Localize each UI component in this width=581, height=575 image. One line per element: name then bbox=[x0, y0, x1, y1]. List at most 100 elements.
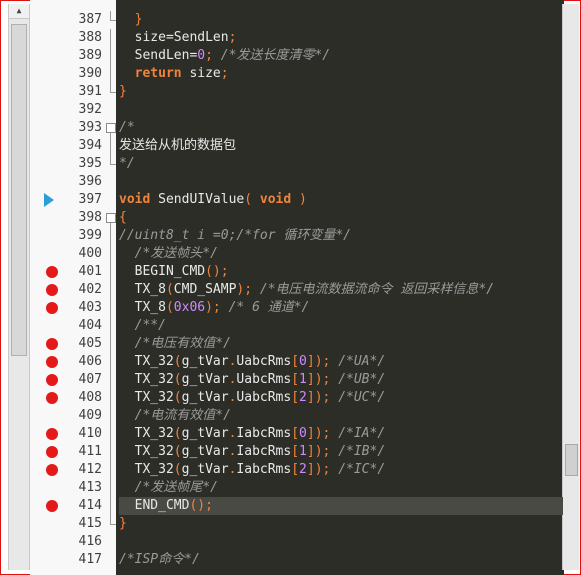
code-line[interactable]: 404 /**/ bbox=[30, 317, 564, 335]
code-text[interactable]: /*电压有效值*/ bbox=[119, 335, 231, 353]
code-line[interactable]: 406 TX_32(g_tVar.UabcRms[0]); /*UA*/ bbox=[30, 353, 564, 371]
code-text[interactable]: TX_32(g_tVar.IabcRms[2]); /*IC*/ bbox=[119, 461, 386, 479]
scrollbar-thumb[interactable] bbox=[11, 24, 27, 356]
line-number: 407 bbox=[78, 372, 102, 387]
code-line[interactable]: 387 } bbox=[30, 11, 564, 29]
code-text[interactable]: BEGIN_CMD(); bbox=[119, 263, 229, 281]
fold-guide bbox=[106, 299, 116, 317]
fold-guide bbox=[106, 533, 116, 551]
code-text[interactable]: } bbox=[119, 83, 127, 101]
fold-toggle-icon[interactable] bbox=[106, 209, 116, 227]
code-line[interactable]: 392 bbox=[30, 101, 564, 119]
breakpoint-icon[interactable] bbox=[46, 446, 58, 458]
scroll-up-icon[interactable]: ▲ bbox=[9, 4, 29, 19]
code-line[interactable]: 403 TX_8(0x06); /* 6 通道*/ bbox=[30, 299, 564, 317]
code-line[interactable]: 393 /* bbox=[30, 119, 564, 137]
right-scrollbar[interactable] bbox=[562, 4, 579, 570]
code-line[interactable]: 405 /*电压有效值*/ bbox=[30, 335, 564, 353]
code-text[interactable]: TX_32(g_tVar.UabcRms[2]); /*UC*/ bbox=[119, 389, 386, 407]
code-text[interactable]: size=SendLen; bbox=[119, 29, 237, 47]
breakpoint-icon[interactable] bbox=[46, 374, 58, 386]
code-line[interactable]: 417 /*ISP命令*/ bbox=[30, 551, 564, 569]
fold-guide bbox=[106, 281, 116, 299]
breakpoint-icon[interactable] bbox=[46, 338, 58, 350]
execution-arrow-icon bbox=[44, 193, 54, 207]
code-text[interactable]: TX_32(g_tVar.IabcRms[0]); /*IA*/ bbox=[119, 425, 386, 443]
code-line[interactable]: 390 return size; bbox=[30, 65, 564, 83]
fold-guide bbox=[106, 515, 116, 533]
code-text[interactable]: TX_8(CMD_SAMP); /*电压电流数据流命令 返回采样信息*/ bbox=[119, 281, 494, 299]
breakpoint-icon[interactable] bbox=[46, 284, 58, 296]
code-text[interactable]: void SendUIValue( void ) bbox=[119, 191, 307, 209]
code-text[interactable]: //uint8_t i =0;/*for 循环变量*/ bbox=[119, 227, 351, 245]
code-text[interactable]: SendLen=0; /*发送长度清零*/ bbox=[119, 47, 330, 65]
code-line[interactable]: 415} bbox=[30, 515, 564, 533]
code-line[interactable]: 411 TX_32(g_tVar.IabcRms[1]); /*IB*/ bbox=[30, 443, 564, 461]
code-line[interactable]: 410 TX_32(g_tVar.IabcRms[0]); /*IA*/ bbox=[30, 425, 564, 443]
code-text[interactable]: TX_8(0x06); /* 6 通道*/ bbox=[119, 299, 310, 317]
current-line-code[interactable]: END_CMD(); bbox=[119, 497, 563, 515]
breakpoint-icon[interactable] bbox=[46, 302, 58, 314]
fold-guide bbox=[106, 353, 116, 371]
breakpoint-icon[interactable] bbox=[46, 464, 58, 476]
code-text[interactable]: /*发送帧头*/ bbox=[119, 245, 218, 263]
code-text[interactable]: return size; bbox=[119, 65, 229, 83]
code-line[interactable]: 394 发送给从机的数据包 bbox=[30, 137, 564, 155]
fold-guide bbox=[106, 335, 116, 353]
code-line[interactable]: 409 /*电流有效值*/ bbox=[30, 407, 564, 425]
code-text[interactable]: /**/ bbox=[119, 317, 166, 335]
code-text[interactable]: TX_32(g_tVar.UabcRms[1]); /*UB*/ bbox=[119, 371, 386, 389]
code-text[interactable]: TX_32(g_tVar.IabcRms[1]); /*IB*/ bbox=[119, 443, 386, 461]
code-line[interactable]: 407 TX_32(g_tVar.UabcRms[1]); /*UB*/ bbox=[30, 371, 564, 389]
line-number: 390 bbox=[78, 66, 102, 81]
code-line[interactable]: 389 SendLen=0; /*发送长度清零*/ bbox=[30, 47, 564, 65]
fold-guide bbox=[106, 191, 116, 209]
code-text[interactable]: /*发送帧尾*/ bbox=[119, 479, 218, 497]
code-text[interactable]: */ bbox=[119, 155, 135, 173]
fold-guide bbox=[106, 317, 116, 335]
code-text[interactable]: TX_32(g_tVar.UabcRms[0]); /*UA*/ bbox=[119, 353, 386, 371]
code-line[interactable]: 416 bbox=[30, 533, 564, 551]
breakpoint-icon[interactable] bbox=[46, 356, 58, 368]
breakpoint-icon[interactable] bbox=[46, 428, 58, 440]
code-text[interactable]: /*ISP命令*/ bbox=[119, 551, 200, 569]
fold-guide bbox=[106, 425, 116, 443]
fold-guide bbox=[106, 155, 116, 173]
code-text[interactable]: } bbox=[119, 515, 127, 533]
code-line[interactable]: 414 END_CMD(); bbox=[30, 497, 564, 515]
code-line[interactable]: 396 bbox=[30, 173, 564, 191]
breakpoint-icon[interactable] bbox=[46, 266, 58, 278]
code-line[interactable]: 388 size=SendLen; bbox=[30, 29, 564, 47]
left-scrollbar[interactable]: ▲ bbox=[8, 4, 30, 570]
code-line[interactable]: 408 TX_32(g_tVar.UabcRms[2]); /*UC*/ bbox=[30, 389, 564, 407]
code-text[interactable]: /*电流有效值*/ bbox=[119, 407, 231, 425]
line-number: 406 bbox=[78, 354, 102, 369]
code-line[interactable]: 413 /*发送帧尾*/ bbox=[30, 479, 564, 497]
line-number: 404 bbox=[78, 318, 102, 333]
line-number: 403 bbox=[78, 300, 102, 315]
fold-toggle-icon[interactable] bbox=[106, 119, 116, 137]
code-text[interactable]: } bbox=[119, 11, 143, 29]
breakpoint-icon[interactable] bbox=[46, 500, 58, 512]
code-text[interactable]: /* bbox=[119, 119, 135, 137]
line-number: 411 bbox=[78, 444, 102, 459]
fold-guide bbox=[106, 83, 116, 101]
code-line[interactable]: 402 TX_8(CMD_SAMP); /*电压电流数据流命令 返回采样信息*/ bbox=[30, 281, 564, 299]
fold-guide bbox=[106, 227, 116, 245]
line-number: 413 bbox=[78, 480, 102, 495]
code-line[interactable]: 395 */ bbox=[30, 155, 564, 173]
code-text[interactable]: { bbox=[119, 209, 127, 227]
code-line[interactable]: 391} bbox=[30, 83, 564, 101]
code-line[interactable]: 400 /*发送帧头*/ bbox=[30, 245, 564, 263]
code-line[interactable]: 399 //uint8_t i =0;/*for 循环变量*/ bbox=[30, 227, 564, 245]
code-line[interactable]: 412 TX_32(g_tVar.IabcRms[2]); /*IC*/ bbox=[30, 461, 564, 479]
code-line[interactable]: 398 { bbox=[30, 209, 564, 227]
breakpoint-icon[interactable] bbox=[46, 392, 58, 404]
line-number: 391 bbox=[78, 84, 102, 99]
line-number: 395 bbox=[78, 156, 102, 171]
fold-guide bbox=[106, 479, 116, 497]
code-text[interactable]: 发送给从机的数据包 bbox=[119, 137, 236, 155]
code-line[interactable]: 401 BEGIN_CMD(); bbox=[30, 263, 564, 281]
scrollbar-thumb[interactable] bbox=[565, 444, 578, 476]
code-line[interactable]: 397 void SendUIValue( void ) bbox=[30, 191, 564, 209]
